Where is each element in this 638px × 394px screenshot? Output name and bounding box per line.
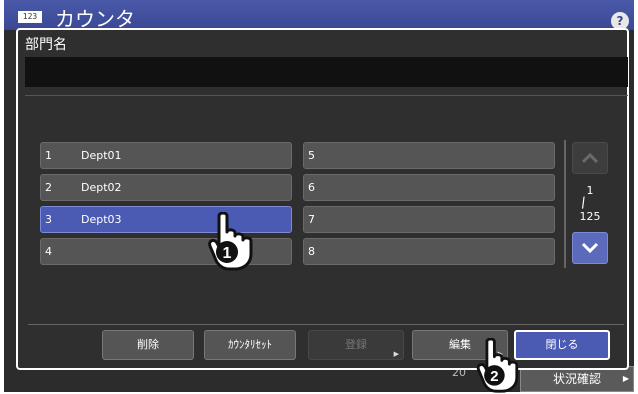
delete-button[interactable]: 削除	[102, 330, 194, 360]
register-label: 登録	[345, 338, 367, 351]
dept-number: 2	[45, 181, 52, 194]
button-bar-divider	[28, 324, 624, 325]
dept-list-item-5[interactable]: 5	[303, 142, 555, 169]
dept-number: 5	[308, 149, 315, 162]
dept-number: 1	[45, 149, 52, 162]
department-name-dialog: 部門名 1 Dept01 2 Dept02 3 Dept03 4 5 6 7 8	[16, 28, 629, 370]
hand-pointer-icon: 1	[208, 212, 253, 271]
close-button[interactable]: 閉じる	[514, 330, 610, 360]
dept-number: 6	[308, 181, 315, 194]
dept-list-item-6[interactable]: 6	[303, 174, 555, 201]
callout-number: 1	[223, 245, 232, 262]
dept-list-item-8[interactable]: 8	[303, 238, 555, 265]
page-total: 125	[579, 210, 601, 223]
page-down-button[interactable]	[572, 232, 608, 264]
status-check-label: 状況確認	[552, 372, 601, 386]
page-up-button[interactable]	[572, 142, 608, 174]
register-button[interactable]: 登録 ▶	[308, 330, 404, 360]
counter-icon: 123	[18, 11, 42, 23]
dept-number: 4	[45, 245, 52, 258]
edit-label: 編集	[449, 338, 471, 351]
dept-name: Dept03	[81, 213, 122, 226]
hand-pointer-icon: 2	[476, 338, 519, 393]
dept-name: Dept01	[81, 149, 122, 162]
page-slash: /	[579, 194, 588, 212]
dept-list-item-1[interactable]: 1 Dept01	[40, 142, 292, 169]
dept-number: 7	[308, 213, 315, 226]
chevron-up-icon	[581, 152, 599, 164]
dialog-title: 部門名	[25, 37, 67, 53]
triangle-right-icon: ▶	[622, 374, 629, 383]
dept-number: 3	[45, 213, 52, 226]
pager-divider	[564, 140, 566, 268]
triangle-right-icon: ▶	[393, 350, 399, 358]
dept-name: Dept02	[81, 181, 122, 194]
dept-list-item-7[interactable]: 7	[303, 206, 555, 233]
callout-number: 2	[490, 368, 498, 385]
dept-list-item-2[interactable]: 2 Dept02	[40, 174, 292, 201]
dept-number: 8	[308, 245, 315, 258]
chevron-down-icon	[581, 242, 599, 254]
counter-reset-button[interactable]: ｶｳﾝﾀﾘｾｯﾄ	[204, 330, 296, 360]
department-name-field[interactable]	[25, 57, 628, 87]
divider	[25, 95, 628, 96]
